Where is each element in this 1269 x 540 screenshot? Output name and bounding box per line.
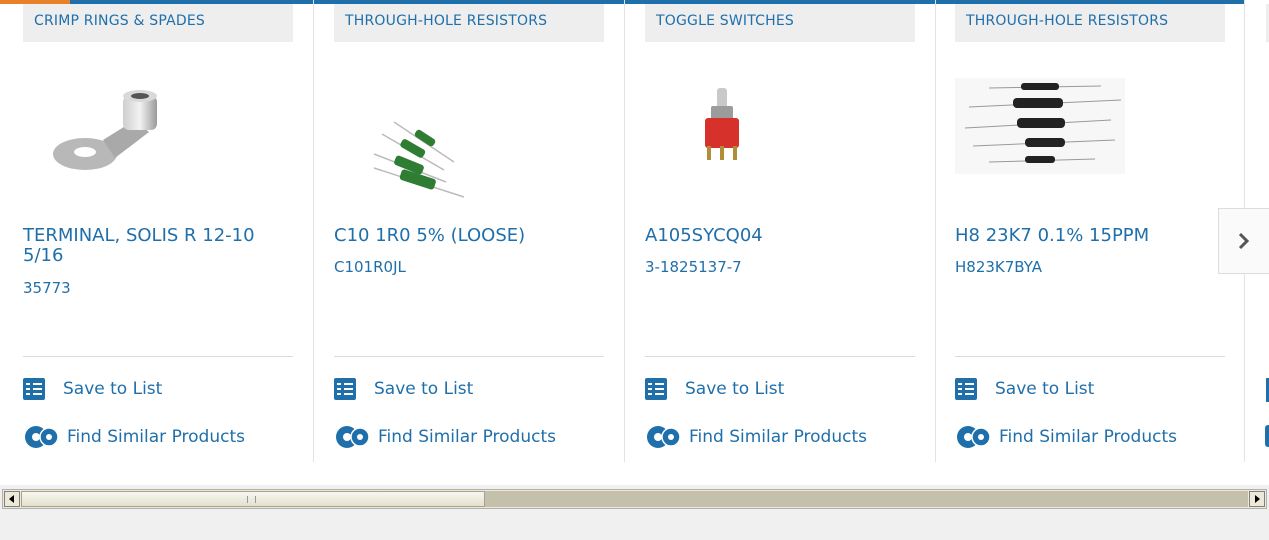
card-divider	[645, 356, 915, 357]
category-label[interactable]: CRIMP RINGS & SPADES	[23, 4, 293, 42]
toggle-switch-image[interactable]	[645, 62, 915, 212]
scroll-left-button[interactable]	[4, 491, 20, 507]
save-to-list-button[interactable]: Save to List	[23, 378, 162, 400]
find-similar-label: Find Similar Products	[67, 427, 245, 447]
part-number-link[interactable]: 35773	[23, 279, 71, 297]
save-to-list-button[interactable]: Save to List	[645, 378, 784, 400]
find-similar-button[interactable]: Find Similar Products	[645, 423, 867, 451]
product-carousel: CRIMP RINGS & SPADES TERMINAL, SOLIS R 1…	[0, 0, 1269, 485]
category-label[interactable]: THROUGH-HOLE RESISTORS	[955, 4, 1225, 42]
find-similar-button[interactable]: Find Similar Products	[334, 423, 556, 451]
save-to-list-button[interactable]: Save to List	[334, 378, 473, 400]
scroll-right-button[interactable]	[1249, 491, 1265, 507]
save-to-list-label: Save to List	[995, 379, 1095, 399]
chevron-right-icon	[1238, 232, 1250, 250]
checklist-icon	[955, 378, 977, 400]
save-to-list-label: Save to List	[63, 379, 163, 399]
card-divider	[23, 356, 293, 357]
green-resistors-image[interactable]	[334, 62, 604, 212]
find-similar-label: Find Similar Products	[378, 427, 556, 447]
carousel-next-button[interactable]	[1218, 208, 1269, 274]
black-resistors-image[interactable]	[955, 62, 1225, 212]
horizontal-scrollbar[interactable]	[2, 489, 1267, 509]
product-title-link[interactable]: H8 23K7 0.1% 15PPM	[955, 226, 1217, 246]
checklist-icon	[23, 378, 45, 400]
arrow-right-icon	[1255, 495, 1260, 503]
find-similar-label: Find Similar Products	[689, 427, 867, 447]
gears-icon	[955, 423, 993, 451]
part-number-link[interactable]: 3-1825137-7	[645, 258, 742, 276]
gears-icon	[645, 423, 683, 451]
part-number-link[interactable]: C101R0JL	[334, 258, 406, 276]
product-card: TOGGLE SWITCHES A105SYCQ04 3-1825137-7 S…	[622, 0, 936, 462]
card-divider	[955, 356, 1225, 357]
scrollbar-track[interactable]	[485, 491, 1248, 507]
find-similar-label: Find Similar Products	[999, 427, 1177, 447]
checklist-icon	[645, 378, 667, 400]
category-label[interactable]: THROUGH-HOLE RESISTORS	[334, 4, 604, 42]
checklist-icon	[334, 378, 356, 400]
find-similar-button[interactable]: Find Similar Products	[23, 423, 245, 451]
category-label[interactable]: TOGGLE SWITCHES	[645, 4, 915, 42]
gears-icon	[334, 423, 372, 451]
product-card: THROUGH-HOLE RESISTORS C10 1R0 5% (LOOSE…	[311, 0, 625, 462]
gears-icon	[23, 423, 61, 451]
save-to-list-label: Save to List	[374, 379, 474, 399]
part-number-link[interactable]: H823K7BYA	[955, 258, 1042, 276]
find-similar-button[interactable]: Find Similar Products	[955, 423, 1177, 451]
product-title-link[interactable]: C10 1R0 5% (LOOSE)	[334, 226, 596, 246]
arrow-left-icon	[9, 495, 14, 503]
ring-terminal-image[interactable]	[23, 62, 293, 212]
save-to-list-button[interactable]: Save to List	[955, 378, 1094, 400]
save-to-list-label: Save to List	[685, 379, 785, 399]
product-card: THROUGH-HOLE RESISTORS H8 23K7 0.1% 15PP…	[932, 0, 1246, 462]
card-divider	[334, 356, 604, 357]
product-title-link[interactable]: A105SYCQ04	[645, 226, 907, 246]
product-title-link[interactable]: TERMINAL, SOLIS R 12-10 5/16	[23, 226, 285, 266]
scrollbar-thumb[interactable]	[21, 491, 485, 507]
product-card: CRIMP RINGS & SPADES TERMINAL, SOLIS R 1…	[0, 0, 314, 462]
